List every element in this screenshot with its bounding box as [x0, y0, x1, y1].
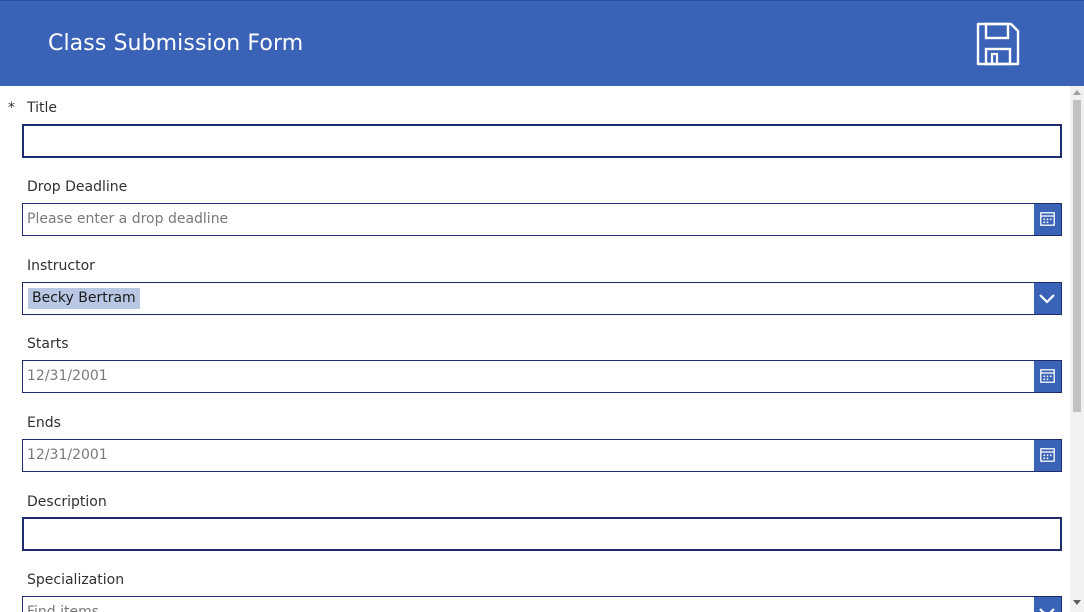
description-label: Description: [27, 494, 107, 510]
starts-label: Starts: [27, 336, 69, 352]
save-button[interactable]: [975, 21, 1021, 67]
submission-form: * Title Drop Deadline Please enter a dro…: [0, 86, 1070, 612]
ends-label: Ends: [27, 415, 61, 431]
chevron-down-icon: [1039, 294, 1055, 304]
calendar-icon: [1040, 212, 1055, 226]
scroll-down-arrow-icon[interactable]: [1073, 600, 1081, 605]
form-scrollbar[interactable]: [1070, 86, 1084, 612]
ends-value: 12/31/2001: [27, 447, 108, 463]
starts-calendar-button[interactable]: [1034, 361, 1061, 392]
page-title: Class Submission Form: [48, 31, 304, 56]
ends-calendar-button[interactable]: [1034, 440, 1061, 471]
scroll-thumb[interactable]: [1073, 100, 1081, 412]
calendar-icon: [1040, 369, 1055, 383]
title-label: Title: [27, 100, 58, 116]
instructor-label: Instructor: [27, 258, 95, 274]
chevron-down-icon: [1039, 608, 1055, 612]
instructor-combobox[interactable]: Becky Bertram: [22, 282, 1062, 315]
drop-deadline-input[interactable]: Please enter a drop deadline: [22, 203, 1062, 236]
specialization-dropdown-button[interactable]: [1034, 597, 1061, 612]
required-marker: *: [8, 100, 15, 116]
calendar-icon: [1040, 448, 1055, 462]
drop-deadline-calendar-button[interactable]: [1034, 204, 1061, 235]
instructor-dropdown-button[interactable]: [1034, 283, 1061, 314]
starts-date-input[interactable]: 12/31/2001: [22, 360, 1062, 393]
title-input[interactable]: [22, 124, 1062, 158]
drop-deadline-placeholder: Please enter a drop deadline: [27, 211, 229, 227]
save-icon: [976, 22, 1020, 66]
specialization-placeholder: Find items: [27, 604, 100, 612]
specialization-label: Specialization: [27, 572, 125, 588]
description-input[interactable]: [22, 517, 1062, 551]
instructor-selected-tag[interactable]: Becky Bertram: [28, 288, 140, 309]
app-header: Class Submission Form: [0, 0, 1084, 86]
starts-value: 12/31/2001: [27, 368, 108, 384]
scroll-up-arrow-icon[interactable]: [1073, 90, 1081, 95]
ends-date-input[interactable]: 12/31/2001: [22, 439, 1062, 472]
drop-deadline-label: Drop Deadline: [27, 179, 128, 195]
specialization-combobox[interactable]: Find items: [22, 596, 1062, 612]
